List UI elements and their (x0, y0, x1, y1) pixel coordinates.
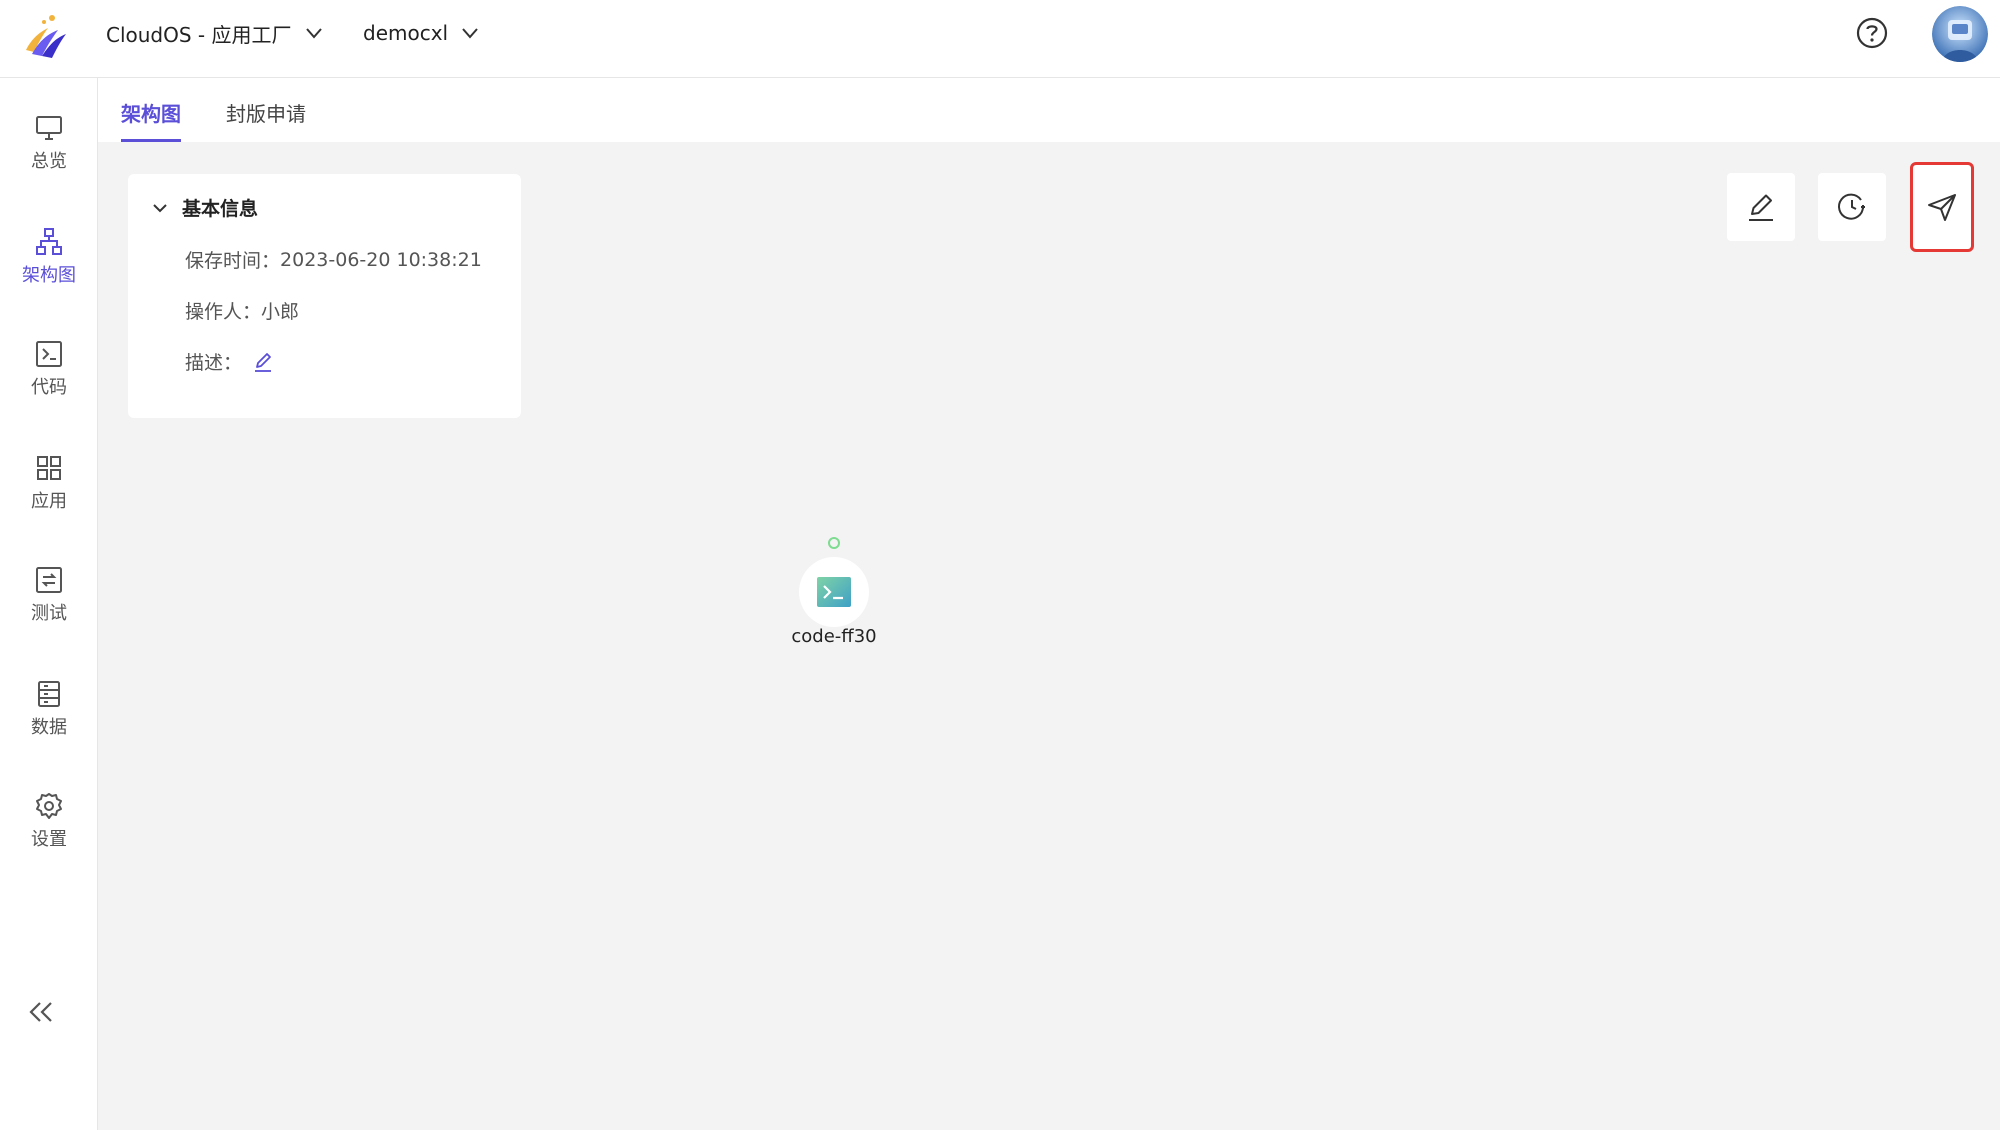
monitor-icon (36, 116, 62, 140)
sidebar-item-test[interactable]: 测试 (0, 552, 98, 638)
tab-seal-request[interactable]: 封版申请 (226, 98, 306, 142)
history-clock-icon (1838, 193, 1865, 220)
node-connection-port[interactable] (828, 537, 840, 549)
basic-info-toggle[interactable]: 基本信息 (150, 194, 258, 221)
app-selector-label: CloudOS - 应用工厂 (106, 22, 292, 47)
publish-button[interactable] (1910, 162, 1974, 252)
node-label: code-ff30 (791, 626, 877, 647)
database-icon (38, 681, 60, 707)
send-icon (1928, 194, 1956, 221)
tab-architecture[interactable]: 架构图 (121, 98, 181, 142)
sidebar-item-overview[interactable]: 总览 (0, 100, 98, 186)
app-selector[interactable]: CloudOS - 应用工厂 (106, 0, 324, 66)
tabs-bar: 架构图 封版申请 (98, 78, 2000, 142)
sidebar-item-data[interactable]: 数据 (0, 666, 98, 752)
grid-icon (37, 456, 61, 480)
chevron-down-icon (305, 28, 322, 39)
save-time-row: 保存时间： 2023-06-20 10:38:21 (185, 246, 482, 273)
chevron-down-icon (153, 203, 167, 212)
architecture-icon (36, 228, 62, 255)
terminal-icon (36, 341, 62, 367)
help-icon[interactable] (1855, 16, 1889, 50)
save-time-value: 2023-06-20 10:38:21 (280, 248, 482, 271)
sidebar-item-label: 测试 (31, 603, 67, 624)
user-selector-label: democxl (363, 21, 449, 45)
operator-label: 操作人： (185, 301, 262, 323)
history-button[interactable] (1818, 173, 1886, 241)
user-selector[interactable]: democxl (363, 0, 480, 66)
sidebar-item-code[interactable]: 代码 (0, 326, 98, 412)
sidebar: 总览 架构图 代码 应用 测试 数据 设置 (0, 78, 98, 1130)
operator-value: 小郎 (261, 301, 300, 323)
pencil-icon (1749, 194, 1773, 221)
sidebar-item-label: 设置 (31, 829, 67, 850)
collapse-sidebar-icon[interactable] (24, 995, 58, 1029)
test-icon (36, 567, 62, 593)
card-title: 基本信息 (182, 198, 259, 220)
description-row: 描述： (185, 348, 274, 375)
chevron-down-icon (462, 28, 478, 39)
sidebar-item-label: 代码 (31, 377, 67, 398)
cloudos-logo-icon[interactable] (18, 10, 70, 62)
edit-description-icon[interactable] (252, 351, 274, 373)
sidebar-item-apps[interactable]: 应用 (0, 440, 98, 526)
sidebar-item-architecture[interactable]: 架构图 (0, 214, 98, 300)
code-terminal-icon (817, 577, 851, 607)
gear-icon (36, 793, 62, 819)
avatar[interactable] (1932, 6, 1988, 62)
save-time-label: 保存时间： (185, 250, 281, 272)
sidebar-item-label: 数据 (31, 717, 67, 738)
operator-row: 操作人： 小郎 (185, 297, 299, 324)
sidebar-item-label: 应用 (31, 491, 67, 512)
sidebar-item-label: 架构图 (22, 265, 76, 286)
code-node[interactable] (799, 557, 869, 627)
basic-info-card: 基本信息 保存时间： 2023-06-20 10:38:21 操作人： 小郎 描… (128, 174, 521, 418)
sidebar-item-label: 总览 (31, 151, 67, 172)
edit-button[interactable] (1727, 173, 1795, 241)
sidebar-item-settings[interactable]: 设置 (0, 778, 98, 864)
top-bar: CloudOS - 应用工厂 democxl (0, 0, 2000, 78)
description-label: 描述： (185, 352, 243, 374)
